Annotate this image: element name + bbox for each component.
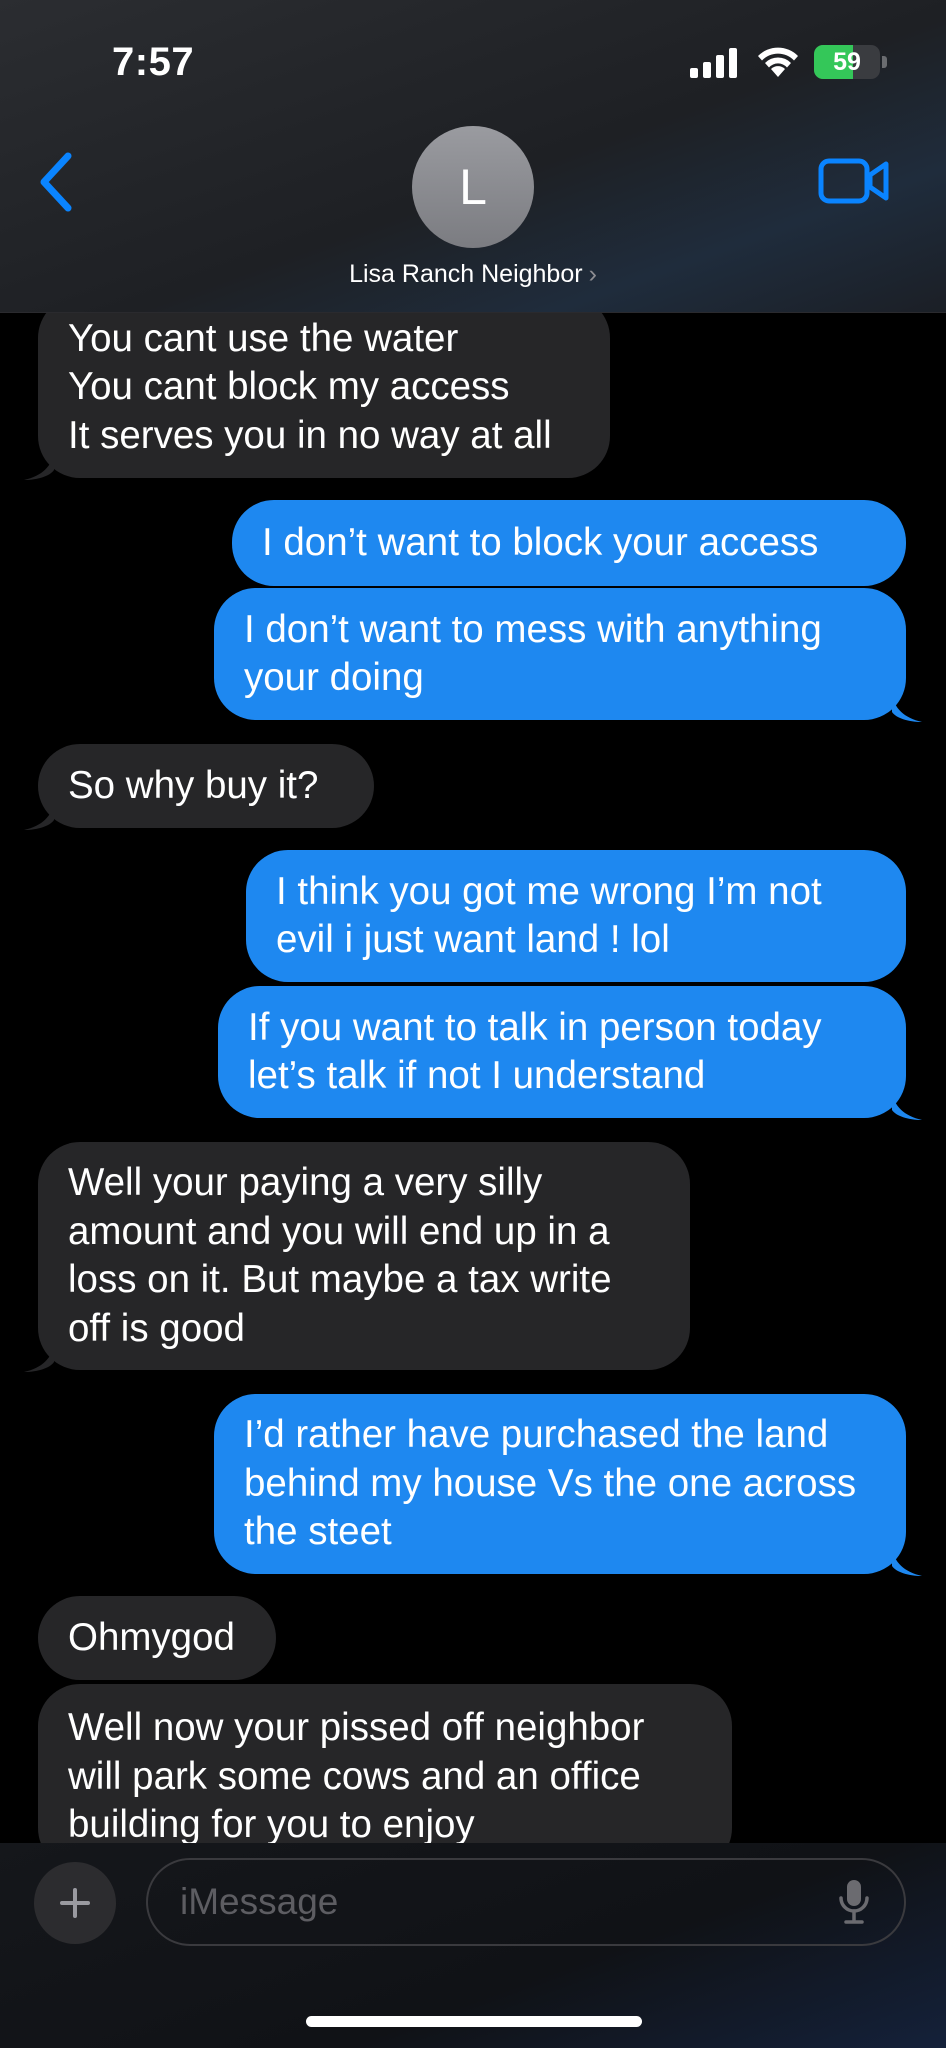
back-chevron-icon[interactable]	[36, 150, 76, 214]
battery-tip	[882, 56, 887, 68]
message-bubble-incoming[interactable]: Ohmygod	[38, 1596, 276, 1680]
home-indicator[interactable]	[306, 2016, 642, 2027]
message-input[interactable]: iMessage	[146, 1858, 906, 1946]
message-bubble-incoming[interactable]: Well now your pissed off neighbor will p…	[38, 1684, 732, 1843]
message-bubble-outgoing[interactable]: If you want to talk in person today let’…	[218, 986, 906, 1118]
contact-name-link[interactable]: Lisa Ranch Neighbor ›	[0, 260, 946, 289]
message-bubble-incoming[interactable]: Well your paying a very silly amount and…	[38, 1142, 690, 1370]
chevron-right-icon: ›	[588, 260, 597, 288]
message-bubble-incoming[interactable]: So why buy it?	[38, 744, 374, 828]
battery-percent: 59	[833, 48, 861, 76]
contact-avatar[interactable]: L	[412, 126, 534, 248]
wifi-icon	[758, 47, 798, 77]
message-bubble-outgoing[interactable]: I’d rather have purchased the land behin…	[214, 1394, 906, 1574]
contact-name: Lisa Ranch Neighbor	[349, 260, 583, 288]
signal-icon	[690, 48, 737, 78]
bubble-tail	[24, 452, 54, 480]
message-bubble-outgoing[interactable]: I don’t want to mess with anything your …	[214, 588, 906, 720]
message-input-placeholder: iMessage	[180, 1881, 339, 1922]
video-call-icon[interactable]	[818, 158, 890, 204]
message-bubble-outgoing[interactable]: I don’t want to block your access	[232, 500, 906, 586]
bubble-tail	[892, 1548, 922, 1576]
bubble-tail	[24, 802, 54, 830]
status-time: 7:57	[112, 40, 195, 84]
bubble-tail	[892, 1092, 922, 1120]
bubble-tail	[24, 1344, 54, 1372]
conversation-header: 7:57 59 L Lisa Ranch Neighbor ›	[0, 0, 946, 313]
message-bubble-incoming[interactable]: You cant use the water You cant block my…	[38, 296, 610, 478]
message-bubble-outgoing[interactable]: I think you got me wrong I’m not evil i …	[246, 850, 906, 982]
microphone-icon[interactable]	[836, 1878, 872, 1926]
plus-icon[interactable]	[34, 1862, 116, 1944]
bubble-tail	[892, 694, 922, 722]
battery-icon: 59	[814, 45, 880, 79]
